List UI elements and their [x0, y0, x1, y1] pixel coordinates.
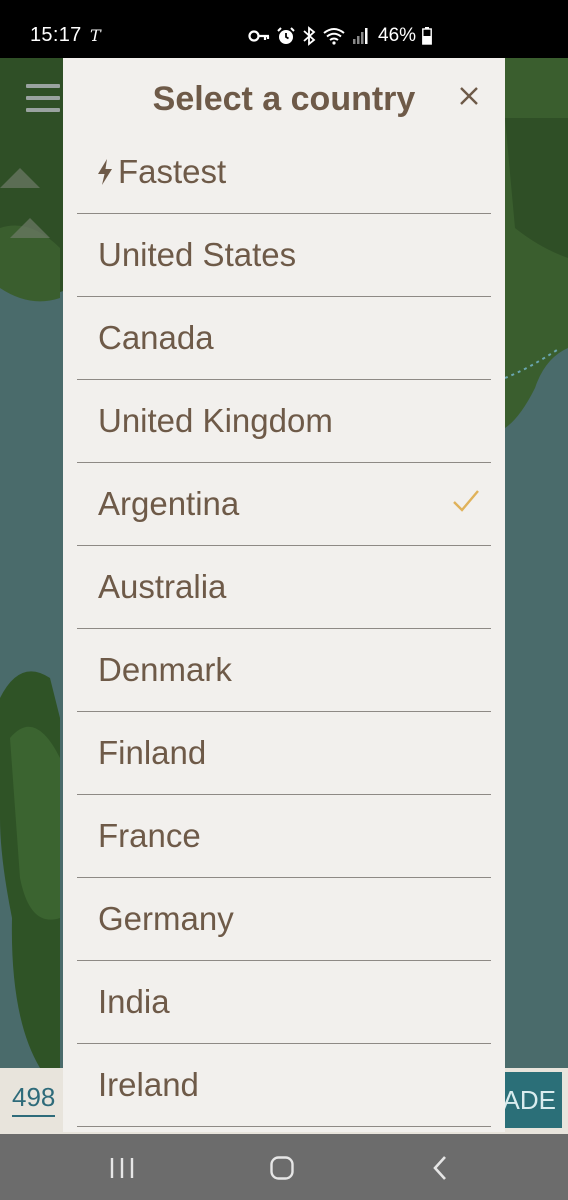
home-button[interactable]: [262, 1152, 302, 1184]
navigation-bar: [0, 1134, 568, 1200]
checkmark-icon: [451, 487, 481, 520]
country-label: India: [98, 983, 170, 1020]
recents-button[interactable]: [102, 1152, 142, 1184]
back-button[interactable]: [420, 1152, 460, 1184]
signal-icon: [353, 28, 368, 44]
country-select-dialog: Select a country Fastest United States C…: [63, 58, 505, 1132]
country-item-canada[interactable]: Canada: [77, 297, 491, 380]
country-list: Fastest United States Canada United King…: [77, 131, 491, 1127]
country-label: Canada: [98, 319, 214, 356]
back-icon: [433, 1156, 446, 1180]
status-time: 15:17: [30, 24, 82, 46]
home-icon: [270, 1156, 294, 1180]
country-label: Denmark: [98, 651, 232, 688]
dialog-title: Select a country: [152, 80, 416, 118]
country-label: United States: [98, 236, 297, 273]
country-item-germany[interactable]: Germany: [77, 878, 491, 961]
status-bar: 15:17 T 46%: [0, 0, 568, 58]
country-label: Argentina: [98, 485, 240, 522]
app-screen: 15:17 T 46% 498 ADE Select a country Fas…: [0, 0, 568, 1200]
battery-percent: 46%: [378, 25, 417, 46]
menu-icon[interactable]: [26, 84, 60, 114]
country-label: Finland: [98, 734, 207, 771]
battery-icon: [422, 27, 432, 45]
vpn-key-icon: [248, 30, 270, 42]
country-label: Australia: [98, 568, 227, 605]
country-item-ireland[interactable]: Ireland: [77, 1044, 491, 1127]
country-label: United Kingdom: [98, 402, 333, 439]
country-item-india[interactable]: India: [77, 961, 491, 1044]
wifi-icon: [323, 28, 345, 45]
close-button[interactable]: [453, 80, 485, 112]
status-icons: 46%: [248, 24, 432, 48]
carrier-icon: T: [90, 26, 101, 45]
country-item-fastest[interactable]: Fastest: [77, 131, 491, 214]
alarm-icon: [277, 27, 295, 44]
country-item-france[interactable]: France: [77, 795, 491, 878]
recents-icon: [110, 1158, 134, 1178]
country-item-united-states[interactable]: United States: [77, 214, 491, 297]
close-icon: [460, 87, 478, 105]
country-item-denmark[interactable]: Denmark: [77, 629, 491, 712]
country-item-united-kingdom[interactable]: United Kingdom: [77, 380, 491, 463]
country-label: Ireland: [98, 1066, 199, 1103]
country-item-argentina[interactable]: Argentina: [77, 463, 491, 546]
country-item-finland[interactable]: Finland: [77, 712, 491, 795]
country-label: Fastest: [118, 153, 227, 190]
bluetooth-icon: [303, 26, 316, 46]
bolt-icon: [77, 158, 118, 186]
upgrade-label: ADE: [502, 1084, 556, 1115]
data-count: 498: [12, 1082, 56, 1117]
country-item-australia[interactable]: Australia: [77, 546, 491, 629]
country-label: France: [98, 817, 201, 854]
country-label: Germany: [98, 900, 234, 937]
